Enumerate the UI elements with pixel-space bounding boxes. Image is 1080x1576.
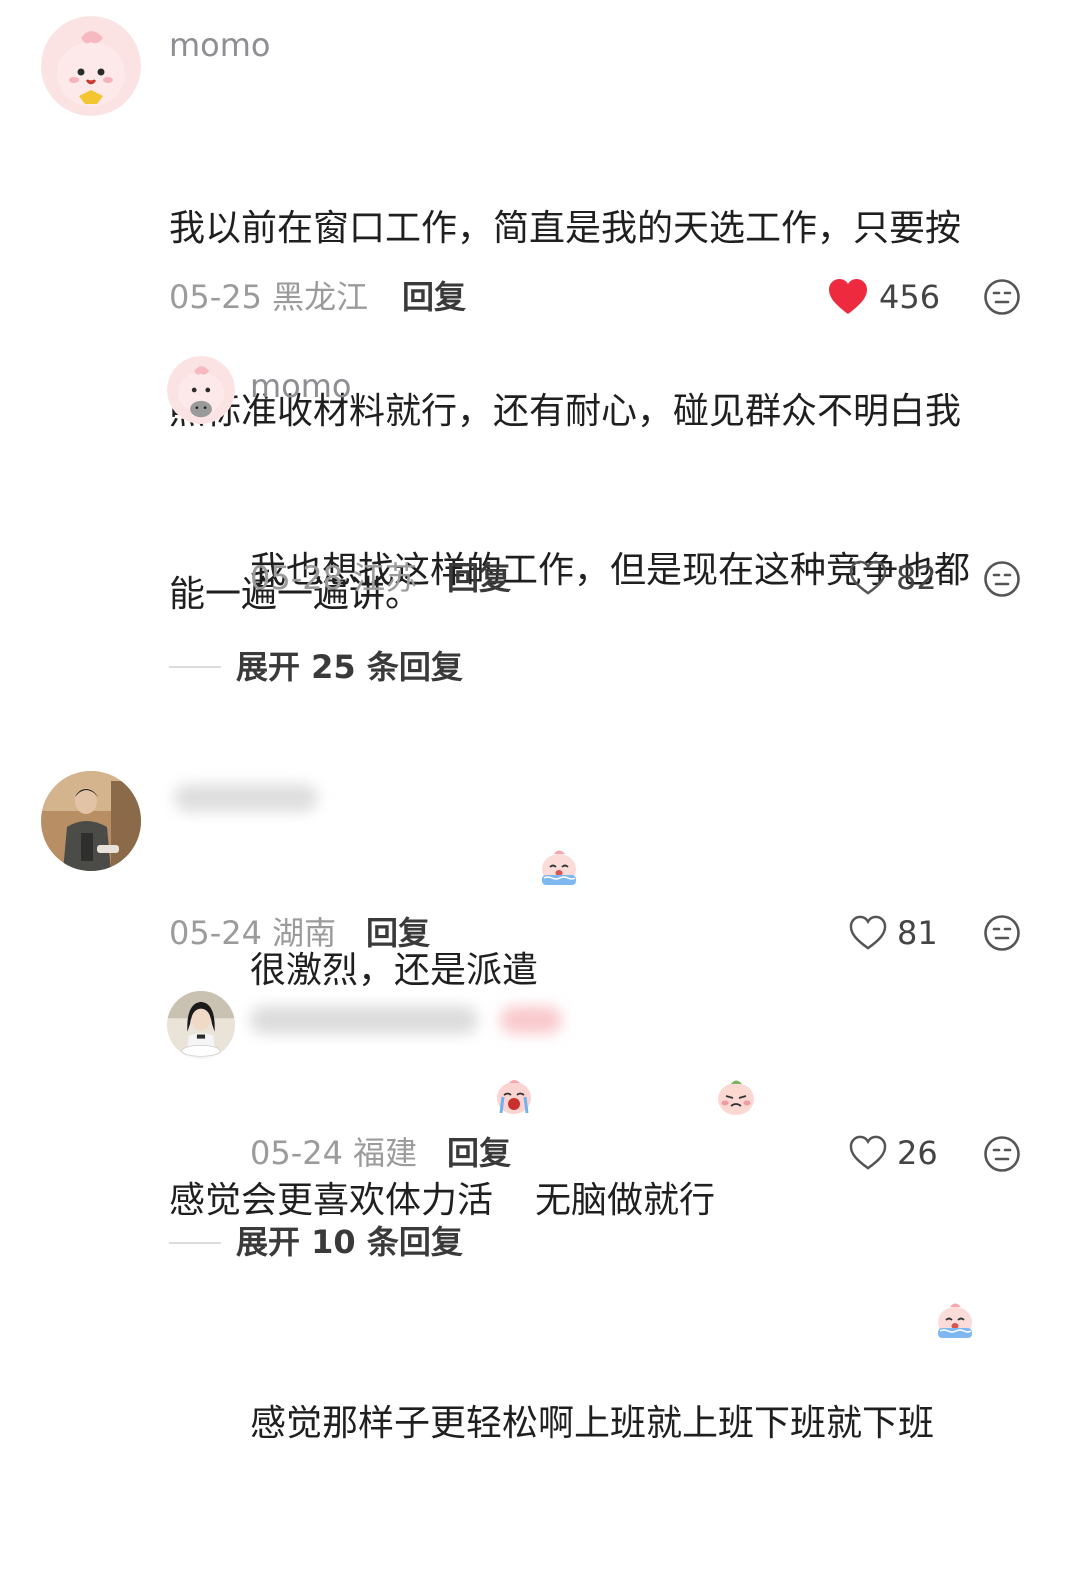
heart-outline-icon[interactable] xyxy=(849,1135,887,1171)
username[interactable]: momo xyxy=(169,25,271,65)
username[interactable]: momo xyxy=(250,366,352,406)
user-badge-blurred xyxy=(500,1006,562,1034)
reply-button[interactable]: 回复 xyxy=(447,558,511,598)
reply-button[interactable]: 回复 xyxy=(447,1133,511,1173)
expand-divider xyxy=(169,666,221,668)
man-photo-avatar-icon xyxy=(41,771,141,871)
expand-replies-button[interactable]: 展开 10 条回复 xyxy=(236,1222,463,1262)
crying-peach-emoji-icon xyxy=(934,1176,976,1338)
like-count: 26 xyxy=(897,1134,938,1172)
expand-divider xyxy=(169,1242,221,1244)
expand-replies-button[interactable]: 展开 25 条回复 xyxy=(236,647,463,687)
sad-peach-emoji-icon xyxy=(715,953,757,1115)
sobbing-peach-emoji-icon xyxy=(493,953,535,1114)
comment-text-segment: 感觉那样子更轻松啊上班就上班下班就下班 xyxy=(250,1403,935,1444)
reply-button[interactable]: 回复 xyxy=(402,277,466,317)
reaction-face-icon[interactable] xyxy=(983,278,1021,316)
date-location: 05-24 湖南 xyxy=(169,914,337,952)
pink-peach-avatar-icon xyxy=(41,16,141,116)
comment-text-line: 感觉那样子更轻松啊上班就上班下班就下班 xyxy=(250,1176,1050,1454)
date-location: 05-24 福建 xyxy=(250,1134,418,1172)
heart-outline-icon[interactable] xyxy=(849,560,887,596)
date-location: 05-28 江苏 xyxy=(250,559,418,597)
date-location: 05-25 黑龙江 xyxy=(169,278,369,316)
comment-text-line: 我以前在窗口工作，简直是我的天选工作，只要按 xyxy=(169,208,962,249)
heart-outline-icon[interactable] xyxy=(849,915,887,951)
username-blurred[interactable] xyxy=(250,1006,478,1034)
username-blurred[interactable] xyxy=(174,784,318,812)
reaction-face-icon[interactable] xyxy=(983,1135,1021,1173)
like-count: 456 xyxy=(879,278,941,316)
avatar[interactable] xyxy=(167,991,235,1059)
crying-peach-emoji-icon xyxy=(538,723,580,885)
reply-button[interactable]: 回复 xyxy=(366,913,430,953)
avatar[interactable] xyxy=(41,771,141,871)
girl-photo-avatar-icon xyxy=(167,991,235,1059)
pink-peach-cat-avatar-icon xyxy=(167,356,235,424)
heart-filled-icon[interactable] xyxy=(828,278,868,316)
reaction-face-icon[interactable] xyxy=(983,560,1021,598)
like-count: 81 xyxy=(897,914,938,952)
avatar[interactable] xyxy=(41,16,141,116)
avatar[interactable] xyxy=(167,356,235,424)
like-count: 82 xyxy=(896,559,937,597)
reaction-face-icon[interactable] xyxy=(983,914,1021,952)
